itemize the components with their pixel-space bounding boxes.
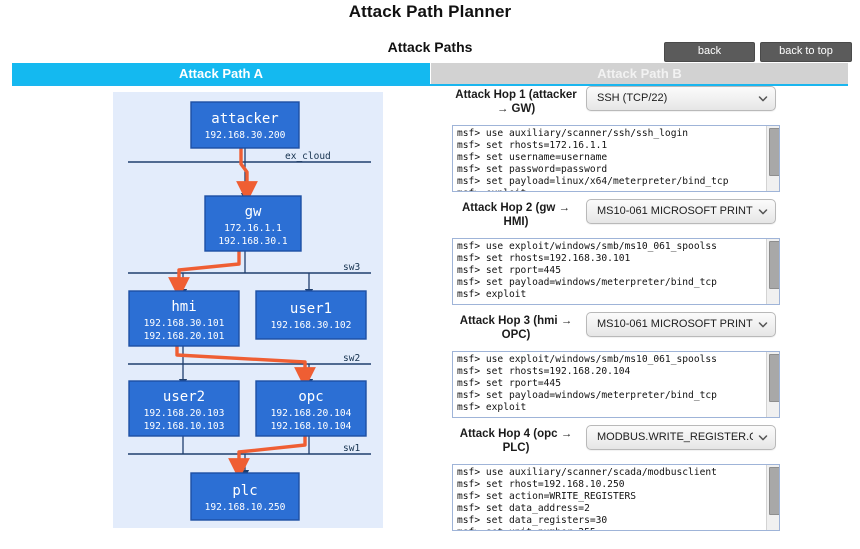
scrollbar-thumb[interactable] bbox=[769, 128, 779, 176]
node-user2-ip-0: 192.168.20.103 bbox=[144, 408, 225, 419]
switch-label-ex-cloud: ex_cloud bbox=[285, 151, 331, 162]
attack-hop-4-exploit-value: MODBUS.WRITE_REGISTER.CHANGE bbox=[597, 431, 753, 443]
attack-hop-3: Attack Hop 3 (hmi → OPC) MS10-061 MICROS… bbox=[452, 312, 788, 418]
attack-hop-4-exploit-select[interactable]: MODBUS.WRITE_REGISTER.CHANGE bbox=[586, 425, 776, 450]
attack-hop-1-scrollbar[interactable] bbox=[766, 126, 779, 191]
switch-label-sw2: sw2 bbox=[343, 353, 360, 364]
tab-attack-path-b[interactable]: Attack Path B bbox=[430, 63, 848, 84]
node-opc-ip-1: 192.168.10.104 bbox=[271, 421, 352, 432]
scrollbar-thumb[interactable] bbox=[769, 467, 779, 515]
node-gw-ip-0: 172.16.1.1 bbox=[224, 223, 282, 234]
chevron-down-icon bbox=[758, 433, 768, 443]
node-hmi[interactable]: hmi 192.168.30.101 192.168.20.101 bbox=[128, 290, 240, 347]
node-hmi-name: hmi bbox=[171, 299, 196, 315]
chevron-down-icon bbox=[758, 207, 768, 217]
attack-hop-3-exploit-value: MS10-061 MICROSOFT PRINT SPOOLER bbox=[597, 318, 753, 330]
chevron-down-icon bbox=[758, 320, 768, 330]
node-plc-name: plc bbox=[232, 483, 257, 499]
node-gw[interactable]: gw 172.16.1.1 192.168.30.1 bbox=[204, 195, 302, 252]
attack-hop-3-exploit-select[interactable]: MS10-061 MICROSOFT PRINT SPOOLER bbox=[586, 312, 776, 337]
attack-hop-4-scrollbar[interactable] bbox=[766, 465, 779, 530]
attack-hop-3-scrollbar[interactable] bbox=[766, 352, 779, 417]
node-user2-ip-1: 192.168.10.103 bbox=[144, 421, 225, 432]
attack-hop-1-exploit-select[interactable]: SSH (TCP/22) bbox=[586, 86, 776, 111]
attack-hop-2-scrollbar[interactable] bbox=[766, 239, 779, 304]
attack-hop-3-console-text: msf> use exploit/windows/smb/ms10_061_sp… bbox=[457, 354, 717, 413]
attack-hop-2-console-text: msf> use exploit/windows/smb/ms10_061_sp… bbox=[457, 241, 717, 300]
attack-hop-4-console[interactable]: msf> use auxiliary/scanner/scada/modbusc… bbox=[452, 464, 780, 531]
node-opc-ip-0: 192.168.20.104 bbox=[271, 408, 352, 419]
attack-hop-4: Attack Hop 4 (opc → PLC) MODBUS.WRITE_RE… bbox=[452, 425, 788, 531]
nav-buttons: back back to top bbox=[664, 42, 852, 62]
attack-hop-1-console[interactable]: msf> use auxiliary/scanner/ssh/ssh_login… bbox=[452, 125, 780, 192]
topology-diagram: ex_cloud sw3 sw2 sw1 attacker 192.168.30… bbox=[128, 101, 371, 521]
node-hmi-ip-1: 192.168.20.101 bbox=[144, 331, 225, 342]
scrollbar-thumb[interactable] bbox=[769, 241, 779, 289]
node-user2[interactable]: user2 192.168.20.103 192.168.10.103 bbox=[128, 380, 240, 437]
node-opc-name: opc bbox=[298, 389, 323, 405]
attack-hop-4-label: Attack Hop 4 (opc → PLC) bbox=[459, 428, 573, 454]
node-user1[interactable]: user1 192.168.30.102 bbox=[255, 290, 367, 340]
attack-hop-3-header: Attack Hop 3 (hmi → OPC) MS10-061 MICROS… bbox=[452, 312, 788, 348]
attack-hop-2-exploit-select[interactable]: MS10-061 MICROSOFT PRINT SPOOLER bbox=[586, 199, 776, 224]
attack-hops-panel: Attack Hop 1 (attacker → GW) SSH (TCP/22… bbox=[452, 86, 788, 538]
attack-hop-3-label: Attack Hop 3 (hmi → OPC) bbox=[459, 315, 573, 341]
node-gw-ip-1: 192.168.30.1 bbox=[218, 236, 288, 247]
node-user2-name: user2 bbox=[163, 389, 205, 405]
attack-hop-2: Attack Hop 2 (gw → HMI) MS10-061 MICROSO… bbox=[452, 199, 788, 305]
attack-hop-2-header: Attack Hop 2 (gw → HMI) MS10-061 MICROSO… bbox=[452, 199, 788, 235]
back-button[interactable]: back bbox=[664, 42, 755, 62]
attack-path-planner-app: Attack Path Planner Attack Paths back ba… bbox=[0, 0, 860, 549]
network-topology-panel: ex_cloud sw3 sw2 sw1 attacker 192.168.30… bbox=[113, 92, 383, 528]
page-title: Attack Path Planner bbox=[348, 2, 512, 21]
attack-hop-1-label: Attack Hop 1 (attacker → GW) bbox=[455, 89, 577, 115]
back-to-top-button[interactable]: back to top bbox=[760, 42, 852, 62]
node-attacker-name: attacker bbox=[211, 111, 278, 127]
node-attacker[interactable]: attacker 192.168.30.200 bbox=[190, 101, 300, 149]
node-opc[interactable]: opc 192.168.20.104 192.168.10.104 bbox=[255, 380, 367, 437]
attack-hop-2-label: Attack Hop 2 (gw → HMI) bbox=[462, 202, 570, 228]
content-area: ex_cloud sw3 sw2 sw1 attacker 192.168.30… bbox=[0, 86, 860, 541]
node-attacker-ip-0: 192.168.30.200 bbox=[205, 130, 286, 141]
attack-hop-4-header: Attack Hop 4 (opc → PLC) MODBUS.WRITE_RE… bbox=[452, 425, 788, 461]
attack-hop-4-console-text: msf> use auxiliary/scanner/scada/modbusc… bbox=[457, 467, 717, 530]
node-plc-ip-0: 192.168.10.250 bbox=[205, 502, 286, 513]
switch-label-sw1: sw1 bbox=[343, 443, 360, 454]
node-gw-name: gw bbox=[245, 204, 262, 220]
attack-hop-2-exploit-value: MS10-061 MICROSOFT PRINT SPOOLER bbox=[597, 205, 753, 217]
chevron-down-icon bbox=[758, 94, 768, 104]
switch-label-sw3: sw3 bbox=[343, 262, 360, 273]
scrollbar-thumb[interactable] bbox=[769, 354, 779, 402]
attack-hop-1-header: Attack Hop 1 (attacker → GW) SSH (TCP/22… bbox=[452, 86, 788, 122]
node-plc[interactable]: plc 192.168.10.250 bbox=[190, 472, 300, 521]
node-user1-name: user1 bbox=[290, 301, 332, 317]
attack-hop-1-exploit-value: SSH (TCP/22) bbox=[597, 92, 668, 104]
tab-attack-path-a[interactable]: Attack Path A bbox=[12, 63, 430, 84]
attack-path-tabs: Attack Path A Attack Path B bbox=[12, 63, 848, 86]
attack-hop-3-console[interactable]: msf> use exploit/windows/smb/ms10_061_sp… bbox=[452, 351, 780, 418]
node-hmi-ip-0: 192.168.30.101 bbox=[144, 318, 225, 329]
attack-hop-1-console-text: msf> use auxiliary/scanner/ssh/ssh_login… bbox=[457, 128, 729, 191]
node-user1-ip-0: 192.168.30.102 bbox=[271, 320, 352, 331]
attack-hop-2-console[interactable]: msf> use exploit/windows/smb/ms10_061_sp… bbox=[452, 238, 780, 305]
attack-hop-1: Attack Hop 1 (attacker → GW) SSH (TCP/22… bbox=[452, 86, 788, 192]
